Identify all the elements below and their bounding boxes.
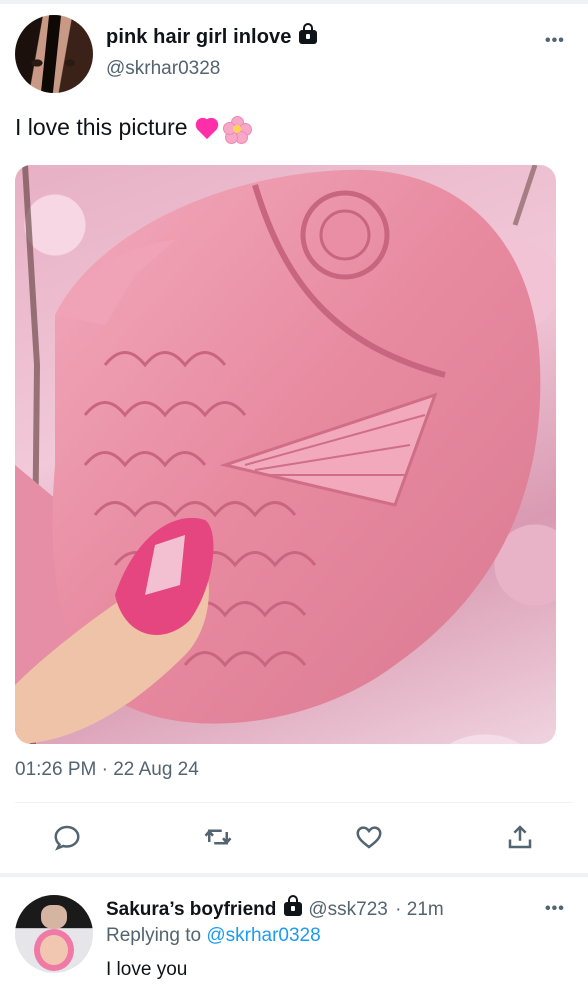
display-name[interactable]: pink hair girl inlove: [106, 22, 318, 49]
lock-icon: [284, 894, 303, 916]
share-button[interactable]: [503, 820, 537, 854]
avatar[interactable]: [15, 15, 93, 93]
share-icon: [508, 825, 532, 849]
reply-icon: [54, 825, 80, 851]
retweet-button[interactable]: [201, 820, 235, 854]
like-icon: [356, 826, 382, 849]
reply-button[interactable]: [50, 820, 84, 854]
divider: [15, 802, 573, 803]
more-options-icon[interactable]: •••: [545, 900, 565, 918]
like-button[interactable]: [352, 820, 386, 854]
reply-text: I love you: [106, 959, 188, 980]
replying-to: Replying to @skrhar0328: [106, 925, 321, 946]
tweet-timestamp[interactable]: 01:26 PM · 22 Aug 24: [15, 759, 199, 781]
more-options-icon[interactable]: •••: [545, 32, 565, 50]
fish-ice-cream-illustration: [15, 165, 541, 744]
tweet-text: I love this picture: [15, 114, 252, 144]
tweet-separator: [0, 873, 588, 877]
top-divider: [0, 0, 588, 4]
lock-icon: [299, 22, 318, 44]
tweet-photo[interactable]: [15, 165, 556, 744]
cherry-blossom-icon: [222, 115, 252, 144]
avatar[interactable]: [15, 895, 93, 973]
replying-to-link[interactable]: @skrhar0328: [206, 925, 320, 946]
reply-handle[interactable]: @ssk723: [308, 899, 388, 920]
user-handle[interactable]: @skrhar0328: [106, 58, 220, 80]
retweet-icon: [204, 829, 232, 845]
reply-display-name[interactable]: Sakura’s boyfriend @ssk723 · 21m: [106, 894, 444, 921]
reply-time[interactable]: · 21m: [395, 899, 444, 920]
pink-heart-icon: [194, 117, 220, 141]
